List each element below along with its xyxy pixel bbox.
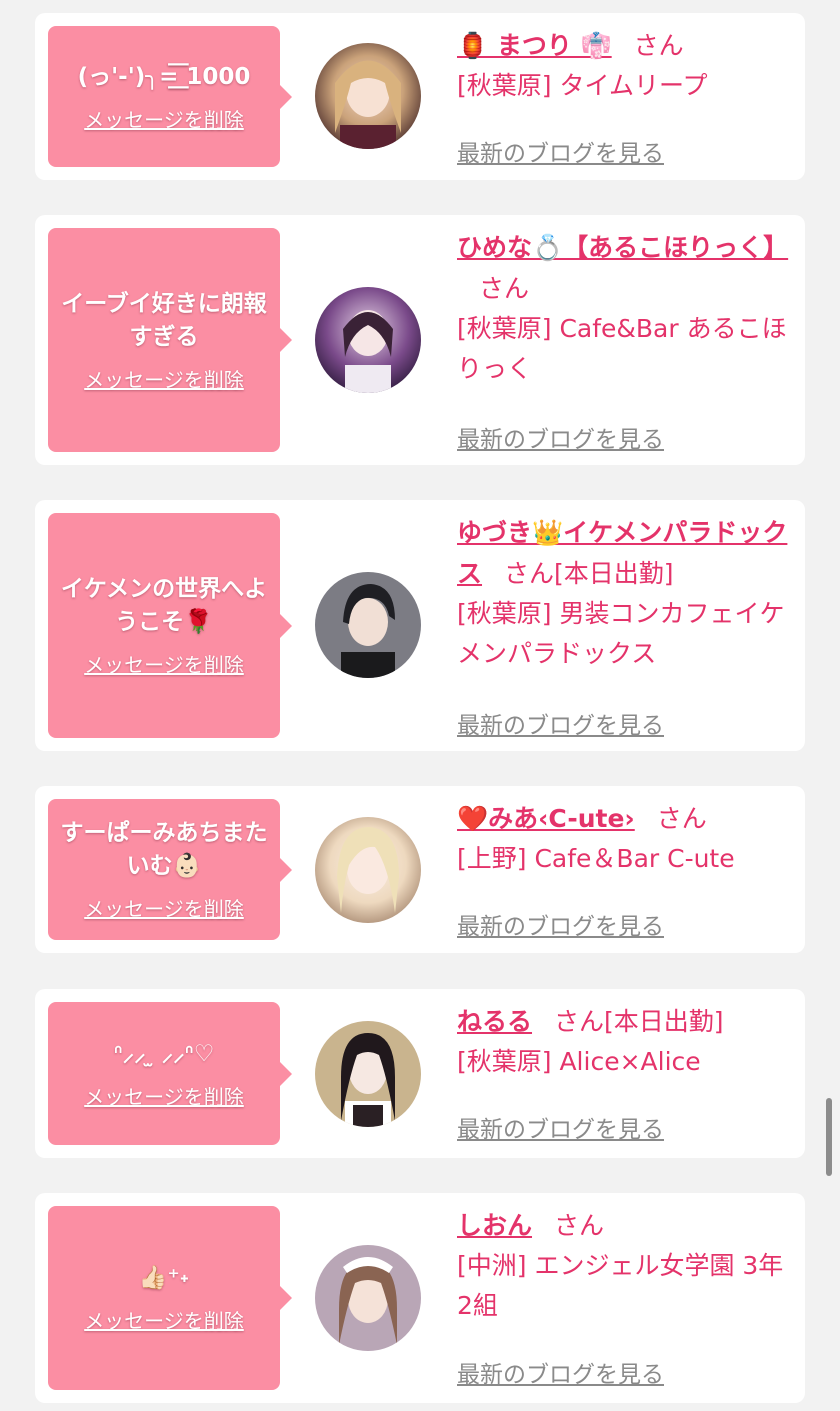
avatar[interactable] (315, 1245, 421, 1351)
avatar[interactable] (315, 287, 421, 393)
honorific-label: さん (656, 804, 707, 833)
message-card: イーブイ好きに朗報すぎる メッセージを削除 ひめな💍【あるこほりっく】さん [秋… (35, 215, 805, 465)
latest-blog-link[interactable]: 最新のブログを見る (457, 134, 664, 168)
honorific-label: さん (554, 1211, 605, 1240)
cast-name-line: ひめな💍【あるこほりっく】さん (457, 227, 793, 309)
message-card: イケメンの世界へようこそ🌹 メッセージを削除 ゆづき👑イケメンパラドックス さん[… (35, 500, 805, 751)
cast-name-link[interactable]: しおん (457, 1211, 532, 1240)
latest-blog-link[interactable]: 最新のブログを見る (457, 907, 664, 941)
cast-name-link[interactable]: ねるる (457, 1007, 532, 1036)
cast-name-line: しおん さん (457, 1205, 793, 1246)
message-text: イケメンの世界へようこそ🌹 (60, 576, 268, 635)
cast-name-line: ゆづき👑イケメンパラドックス さん[本日出勤] (457, 512, 793, 594)
message-text: イーブイ好きに朗報すぎる (61, 290, 267, 350)
message-text: (っ'-')╮=͟͟͞͞ 1000 (77, 63, 251, 90)
message-card: ᐢ⸝⸝ ̫ ⸝⸝ᐢ♡ メッセージを削除 ねるる さん[本日出勤] [秋葉原] Al… (35, 989, 805, 1158)
shop-label: [中洲] エンジェル女学園 3年2組 (457, 1251, 784, 1320)
message-text: ᐢ⸝⸝ ̫ ⸝⸝ᐢ♡ (113, 1040, 215, 1067)
cast-info: ひめな💍【あるこほりっく】さん [秋葉原] Cafe&Bar あるこほりっく (457, 227, 793, 389)
avatar[interactable] (315, 817, 421, 923)
message-text: すーぱーみあちまたいむ👶🏻 (60, 820, 268, 879)
honorific-label: さん (479, 274, 530, 303)
delete-message-link[interactable]: メッセージを削除 (84, 1305, 244, 1334)
shop-label: [秋葉原] 男装コンカフェイケメンパラドックス (457, 599, 785, 668)
scrollbar[interactable] (826, 1098, 832, 1176)
cast-name-line: 🏮 まつり 👘 さん (457, 25, 793, 66)
delete-message-link[interactable]: メッセージを削除 (84, 893, 244, 922)
message-bubble: すーぱーみあちまたいむ👶🏻 メッセージを削除 (48, 799, 292, 940)
cast-info: ゆづき👑イケメンパラドックス さん[本日出勤] [秋葉原] 男装コンカフェイケメン… (457, 512, 793, 674)
latest-blog-link[interactable]: 最新のブログを見る (457, 706, 664, 740)
message-text: 👍🏻⁺˖ (138, 1265, 190, 1291)
avatar[interactable] (315, 1021, 421, 1127)
latest-blog-link[interactable]: 最新のブログを見る (457, 420, 664, 454)
latest-blog-link[interactable]: 最新のブログを見る (457, 1110, 664, 1144)
message-card: (っ'-')╮=͟͟͞͞ 1000 メッセージを削除 🏮 まつり 👘 さん [秋葉… (35, 13, 805, 180)
message-bubble: ᐢ⸝⸝ ̫ ⸝⸝ᐢ♡ メッセージを削除 (48, 1002, 292, 1145)
message-bubble: 👍🏻⁺˖ メッセージを削除 (48, 1206, 292, 1390)
message-bubble: イーブイ好きに朗報すぎる メッセージを削除 (48, 228, 292, 452)
cast-info: ❤️みあ‹C-ute› さん [上野] Cafe＆Bar C-ute (457, 798, 793, 879)
cast-name-line: ねるる さん[本日出勤] (457, 1001, 793, 1042)
message-bubble: (っ'-')╮=͟͟͞͞ 1000 メッセージを削除 (48, 26, 292, 167)
cast-name-line: ❤️みあ‹C-ute› さん (457, 798, 793, 839)
delete-message-link[interactable]: メッセージを削除 (84, 1081, 244, 1110)
shop-label: [上野] Cafe＆Bar C-ute (457, 844, 735, 873)
honorific-label: さん (633, 31, 684, 60)
avatar[interactable] (315, 43, 421, 149)
message-card: 👍🏻⁺˖ メッセージを削除 しおん さん [中洲] エンジェル女学園 3年2組 最… (35, 1193, 805, 1403)
delete-message-link[interactable]: メッセージを削除 (84, 364, 244, 393)
message-card: すーぱーみあちまたいむ👶🏻 メッセージを削除 ❤️みあ‹C-ute› さん [上野… (35, 786, 805, 953)
cast-name-link[interactable]: 🏮 まつり 👘 (457, 31, 612, 60)
on-duty-badge: [本日出勤] (554, 559, 674, 588)
cast-name-link[interactable]: ❤️みあ‹C-ute› (457, 804, 635, 833)
cast-info: ねるる さん[本日出勤] [秋葉原] Alice×Alice (457, 1001, 793, 1082)
avatar[interactable] (315, 572, 421, 678)
shop-label: [秋葉原] Alice×Alice (457, 1047, 701, 1076)
shop-label: [秋葉原] タイムリープ (457, 71, 708, 100)
message-bubble: イケメンの世界へようこそ🌹 メッセージを削除 (48, 513, 292, 738)
honorific-label: さん (504, 559, 555, 588)
delete-message-link[interactable]: メッセージを削除 (84, 649, 244, 678)
on-duty-badge: [本日出勤] (604, 1007, 724, 1036)
latest-blog-link[interactable]: 最新のブログを見る (457, 1355, 664, 1389)
honorific-label: さん (554, 1007, 605, 1036)
cast-info: しおん さん [中洲] エンジェル女学園 3年2組 (457, 1205, 793, 1326)
delete-message-link[interactable]: メッセージを削除 (84, 104, 244, 133)
shop-label: [秋葉原] Cafe&Bar あるこほりっく (457, 314, 787, 383)
cast-name-link[interactable]: ひめな💍【あるこほりっく】 (457, 233, 788, 262)
cast-info: 🏮 まつり 👘 さん [秋葉原] タイムリープ (457, 25, 793, 106)
